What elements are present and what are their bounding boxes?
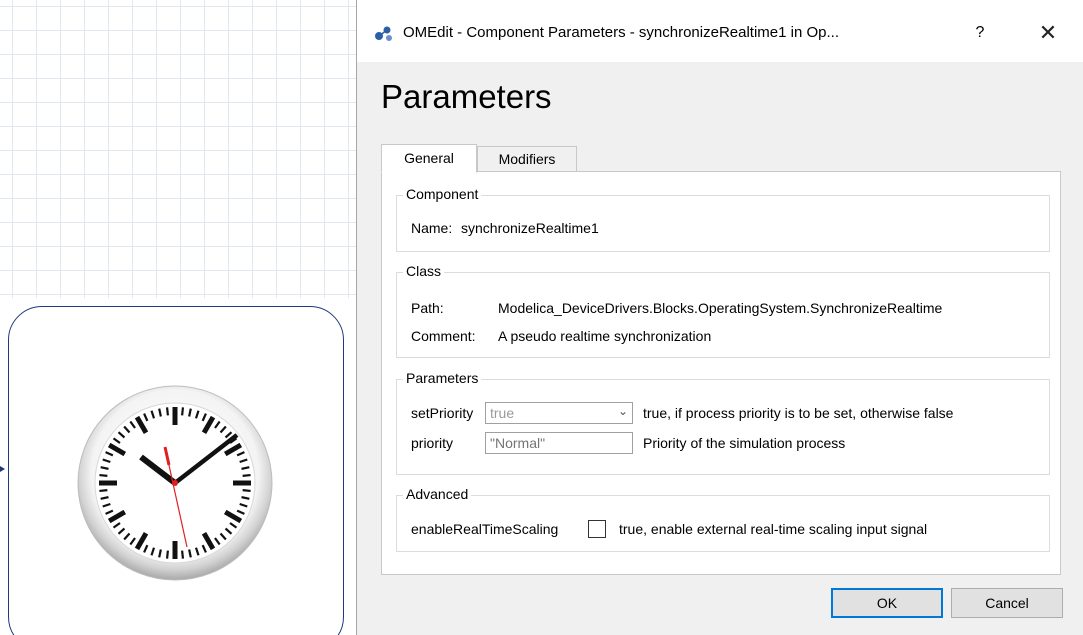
enablerealtimescaling-description: true, enable external real-time scaling … — [619, 521, 928, 537]
component-group-title: Component — [403, 186, 482, 202]
parameters-group-title: Parameters — [403, 370, 482, 386]
comment-label: Comment: — [411, 328, 476, 344]
clock-minute-tick — [242, 489, 251, 493]
class-group-title: Class — [403, 263, 445, 279]
path-label: Path: — [411, 300, 444, 316]
clock-minute-tick — [165, 550, 169, 559]
setpriority-combobox[interactable]: true ⌄ — [485, 402, 633, 424]
setpriority-label: setPriority — [411, 405, 474, 421]
help-button[interactable]: ? — [967, 20, 993, 46]
name-value: synchronizeRealtime1 — [461, 220, 599, 236]
clock-minute-tick — [181, 550, 185, 559]
advanced-group-title: Advanced — [403, 486, 472, 502]
component-parameters-dialog: OMEdit - Component Parameters - synchron… — [356, 0, 1083, 635]
clock-icon — [77, 385, 273, 581]
ok-button[interactable]: OK — [831, 588, 943, 618]
general-tab-panel: Component Name: synchronizeRealtime1 Cla… — [381, 171, 1061, 575]
enablerealtimescaling-checkbox[interactable] — [588, 520, 606, 538]
priority-input[interactable] — [486, 433, 632, 453]
window-title: OMEdit - Component Parameters - synchron… — [403, 24, 840, 41]
clock-minute-tick — [181, 407, 185, 416]
dialog-heading: Parameters — [381, 78, 552, 115]
clock-minute-tick — [99, 473, 108, 477]
cancel-button[interactable]: Cancel — [951, 588, 1063, 618]
advanced-group: Advanced enableRealTimeScaling true, ena… — [396, 486, 1050, 552]
title-bar[interactable]: OMEdit - Component Parameters - synchron… — [357, 0, 1083, 62]
name-label: Name: — [411, 220, 453, 236]
clock-minute-tick — [165, 407, 169, 416]
omedit-app-icon — [375, 26, 392, 41]
clock-minute-tick — [99, 489, 108, 493]
tab-general[interactable]: General — [381, 144, 477, 173]
class-group: Class Path: Modelica_DeviceDrivers.Block… — [396, 263, 1050, 358]
setpriority-value: true — [490, 405, 515, 421]
priority-description: Priority of the simulation process — [643, 435, 846, 451]
component-group: Component Name: synchronizeRealtime1 — [396, 186, 1050, 252]
priority-field[interactable] — [485, 432, 633, 454]
path-value: Modelica_DeviceDrivers.Blocks.OperatingS… — [498, 300, 943, 316]
chevron-down-icon: ⌄ — [617, 404, 628, 418]
input-connector-icon[interactable] — [0, 466, 5, 472]
tab-modifiers[interactable]: Modifiers — [477, 146, 577, 172]
comment-value: A pseudo realtime synchronization — [498, 328, 712, 344]
clock-minute-tick — [242, 473, 251, 477]
setpriority-description: true, if process priority is to be set, … — [643, 405, 954, 421]
enablerealtimescaling-label: enableRealTimeScaling — [411, 521, 559, 537]
priority-label: priority — [411, 435, 454, 451]
parameters-group: Parameters setPriority true ⌄ true, if p… — [396, 370, 1050, 475]
close-button[interactable]: ✕ — [1035, 20, 1061, 46]
